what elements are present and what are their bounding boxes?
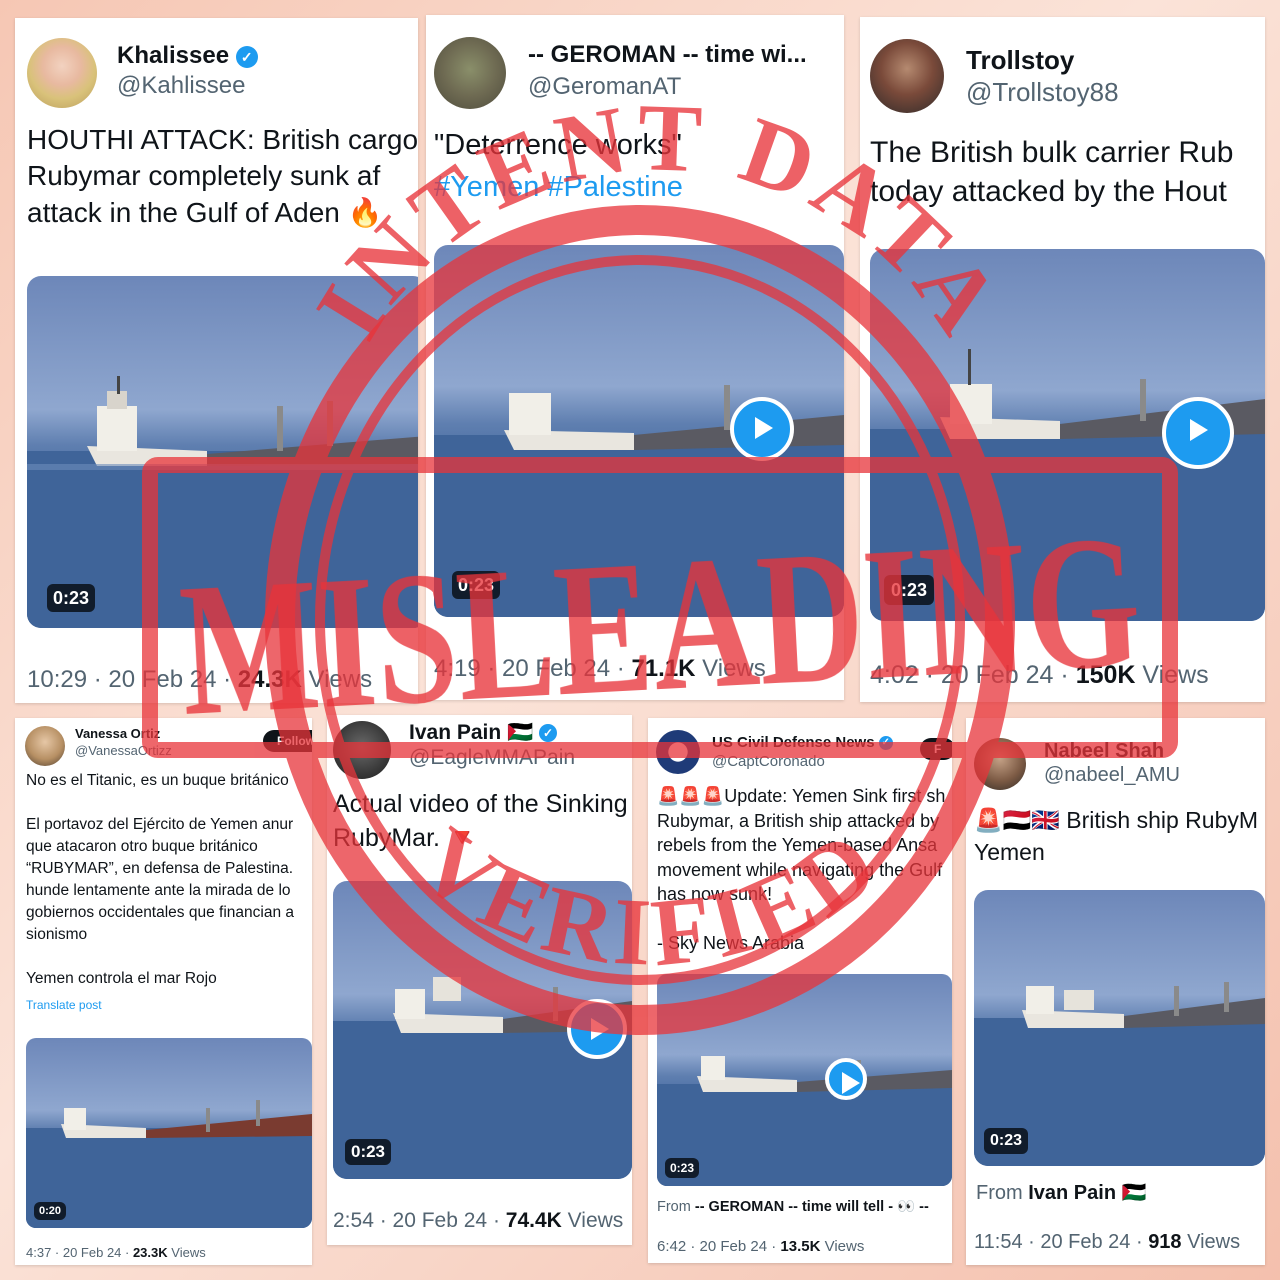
- ship-image: [26, 1100, 312, 1228]
- post-meta: 4:19 · 20 Feb 24 · 71.1K Views: [434, 655, 766, 682]
- video-duration: 0:23: [47, 584, 95, 612]
- post-text: 🚨🇾🇪🇬🇧 British ship RubyM Yemen: [974, 807, 1259, 865]
- post-card-us-civil-defense[interactable]: US Civil Defense News ✓ @CaptCoronado F …: [648, 718, 952, 1263]
- play-button-icon[interactable]: [567, 999, 627, 1059]
- ship-image: [974, 982, 1265, 1166]
- post-card-geroman[interactable]: -- GEROMAN -- time wi... @GeromanAT "Det…: [426, 15, 844, 700]
- avatar[interactable]: [974, 738, 1026, 790]
- avatar[interactable]: [25, 726, 65, 766]
- video-duration: 0:23: [452, 571, 500, 599]
- post-card-khalissee[interactable]: Khalissee ✓ @Kahlissee HOUTHI ATTACK: Br…: [15, 18, 418, 703]
- ship-image: [657, 1056, 952, 1186]
- ship-image: [27, 376, 418, 628]
- post-text: Actual video of the Sinking RubyMar. 🔻: [333, 790, 628, 852]
- play-button-icon[interactable]: [825, 1058, 867, 1100]
- translate-post-link[interactable]: Translate post: [26, 998, 102, 1012]
- author-name[interactable]: Ivan Pain 🇵🇸 ✓: [409, 721, 558, 745]
- video-duration: 0:23: [884, 575, 934, 605]
- post-card-nabeel-shah[interactable]: Nabeel Shah @nabeel_AMU 🚨🇾🇪🇬🇧 British sh…: [966, 718, 1265, 1265]
- post-meta: 2:54 · 20 Feb 24 · 74.4K Views: [333, 1209, 624, 1232]
- author-handle[interactable]: @CaptCoronado: [712, 753, 825, 770]
- post-meta: 10:29 · 20 Feb 24 · 24.3K Views: [27, 666, 373, 693]
- post-card-ivan-pain[interactable]: Ivan Pain 🇵🇸 ✓ @EagleMMAPain Actual vide…: [327, 715, 632, 1245]
- video-player[interactable]: 0:23: [870, 249, 1265, 621]
- video-source[interactable]: From Ivan Pain 🇵🇸: [976, 1180, 1147, 1205]
- author-name[interactable]: US Civil Defense News ✓: [712, 734, 893, 751]
- verified-badge-icon: ✓: [539, 724, 558, 743]
- author-handle[interactable]: @EagleMMAPain: [409, 746, 575, 770]
- post-card-trollstoy[interactable]: Trollstoy @Trollstoy88 The British bulk …: [860, 17, 1265, 702]
- post-meta: 4:37 · 20 Feb 24 · 23.3K Views: [26, 1245, 206, 1260]
- post-text: 🚨🚨🚨Update: Yemen Sink first sh Rubymar, …: [657, 786, 946, 953]
- author-handle[interactable]: @nabeel_AMU: [1044, 764, 1180, 787]
- author-handle[interactable]: @Trollstoy88: [966, 77, 1119, 108]
- video-duration: 0:23: [665, 1158, 699, 1178]
- video-duration: 0:23: [345, 1139, 391, 1165]
- author-handle[interactable]: @Kahlissee: [117, 72, 245, 100]
- post-text: No es el Titanic, es un buque británico …: [26, 772, 294, 987]
- post-text: The British bulk carrier Rub today attac…: [870, 136, 1234, 208]
- video-duration: 0:23: [984, 1128, 1028, 1154]
- post-meta: 4:02 · 20 Feb 24 · 150K Views: [870, 661, 1209, 689]
- author-name[interactable]: Trollstoy: [966, 45, 1074, 76]
- verified-badge-icon: ✓: [235, 45, 258, 68]
- video-player[interactable]: 0:23: [657, 974, 952, 1186]
- video-player[interactable]: 0:23: [27, 276, 418, 628]
- video-source[interactable]: From -- GEROMAN -- time will tell - 👀 --: [657, 1198, 929, 1215]
- verified-badge-icon: ✓: [878, 736, 893, 751]
- author-handle[interactable]: @VanessaOrtizz: [75, 743, 172, 758]
- video-duration: 0:20: [34, 1202, 66, 1220]
- post-text: "Deterrence works": [434, 129, 682, 161]
- author-name[interactable]: Vanessa Ortiz: [75, 726, 160, 741]
- post-meta: 11:54 · 20 Feb 24 · 918 Views: [974, 1231, 1241, 1253]
- avatar[interactable]: [333, 721, 391, 779]
- follow-button[interactable]: F: [920, 738, 952, 760]
- video-player[interactable]: 0:23: [974, 890, 1265, 1166]
- post-card-vanessa[interactable]: Vanessa Ortiz @VanessaOrtizz Follow No e…: [15, 718, 312, 1265]
- author-name[interactable]: -- GEROMAN -- time wi...: [528, 41, 807, 69]
- avatar[interactable]: [434, 37, 506, 109]
- video-player[interactable]: 0:23: [333, 881, 632, 1179]
- author-name[interactable]: Nabeel Shah: [1044, 740, 1164, 763]
- post-meta: 6:42 · 20 Feb 24 · 13.5K Views: [657, 1238, 865, 1255]
- play-button-icon[interactable]: [730, 397, 794, 461]
- follow-button[interactable]: Follow: [263, 730, 312, 752]
- video-player[interactable]: 0:23: [434, 245, 844, 617]
- avatar[interactable]: [870, 39, 944, 113]
- post-hashtags[interactable]: #Yemen #Palestine: [434, 169, 683, 207]
- avatar[interactable]: [27, 38, 97, 108]
- post-text: HOUTHI ATTACK: British cargo Rubymar com…: [27, 124, 418, 228]
- play-button-icon[interactable]: [1162, 397, 1234, 469]
- avatar[interactable]: [656, 730, 700, 774]
- author-handle[interactable]: @GeromanAT: [528, 73, 681, 101]
- author-name[interactable]: Khalissee ✓: [117, 42, 258, 70]
- video-player[interactable]: 0:20: [26, 1038, 312, 1228]
